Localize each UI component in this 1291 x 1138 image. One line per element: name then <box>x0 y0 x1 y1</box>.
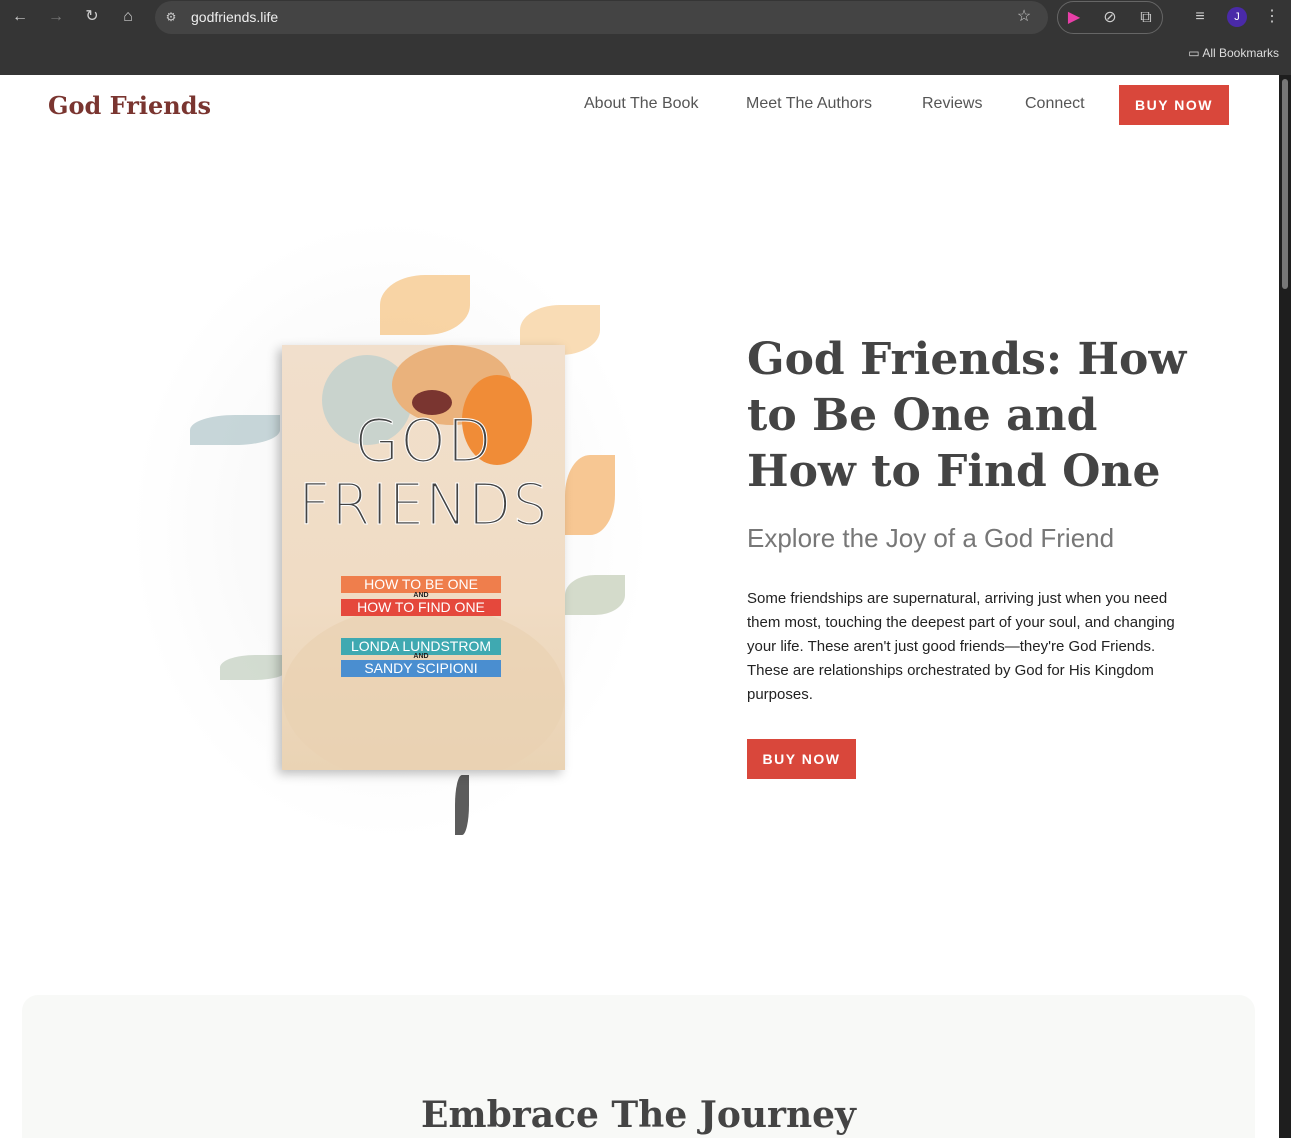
site-settings-icon[interactable]: ⚙ <box>161 7 181 27</box>
site-logo[interactable]: God Friends <box>48 91 211 120</box>
page: God Friends About The Book Meet The Auth… <box>0 75 1279 1138</box>
compass-icon[interactable]: ⊘ <box>1100 8 1120 28</box>
hero-subtitle: Explore the Joy of a God Friend <box>747 523 1115 553</box>
reading-list-icon[interactable]: ≡ <box>1190 7 1210 27</box>
book-author2: SANDY SCIPIONI <box>341 660 501 677</box>
journey-section: Embrace The Journey <box>22 995 1255 1138</box>
extensions-group: ▶ ⊘ ⧉ <box>1057 1 1163 34</box>
hero-description: Some friendships are supernatural, arriv… <box>747 590 1175 703</box>
book-subtitle2: HOW TO FIND ONE <box>341 599 501 616</box>
bookmark-star-icon[interactable]: ☆ <box>1014 7 1034 27</box>
book-title-line1: GOD <box>354 407 493 476</box>
journey-heading: Embrace The Journey <box>421 1094 856 1136</box>
book-and-authors: AND <box>413 653 429 660</box>
scrollbar-thumb[interactable] <box>1282 79 1288 289</box>
nav-about-the-book[interactable]: About The Book <box>584 95 698 113</box>
menu-icon[interactable]: ⋮ <box>1262 7 1282 27</box>
profile-avatar[interactable]: J <box>1227 7 1247 27</box>
nav-meet-the-authors[interactable]: Meet The Authors <box>746 95 872 113</box>
home-icon[interactable]: ⌂ <box>118 7 138 27</box>
book-subtitle1: HOW TO BE ONE <box>341 576 501 593</box>
all-bookmarks[interactable]: ▭ All Bookmarks <box>1188 46 1279 60</box>
extension-icon[interactable]: ▶ <box>1064 8 1084 28</box>
nav-reviews[interactable]: Reviews <box>922 95 982 113</box>
hero-buy-now-button[interactable]: BUY NOW <box>747 739 856 779</box>
url-text: godfriends.life <box>191 9 279 25</box>
browser-chrome: ← → ↻ ⌂ ⚙ godfriends.life ☆ ▶ ⊘ ⧉ ≡ J ⋮ … <box>0 0 1291 75</box>
book-and: AND <box>413 592 429 599</box>
scrollbar[interactable] <box>1279 75 1291 1138</box>
hero-title: God Friends: How to Be One and How to Fi… <box>747 334 1187 497</box>
book-cover: GOD FRIENDS HOW TO BE ONE AND HOW TO FIN… <box>282 345 565 770</box>
folder-icon: ▭ <box>1188 46 1203 60</box>
reload-icon[interactable]: ↻ <box>82 7 102 27</box>
header-buy-now-button[interactable]: BUY NOW <box>1119 85 1229 125</box>
back-icon[interactable]: ← <box>10 7 30 27</box>
address-bar[interactable]: ⚙ godfriends.life ☆ <box>155 1 1048 34</box>
nav-connect[interactable]: Connect <box>1025 95 1085 113</box>
puzzle-icon[interactable]: ⧉ <box>1136 8 1156 28</box>
forward-icon[interactable]: → <box>46 7 66 27</box>
book-title-line2: FRIENDS <box>298 473 549 539</box>
